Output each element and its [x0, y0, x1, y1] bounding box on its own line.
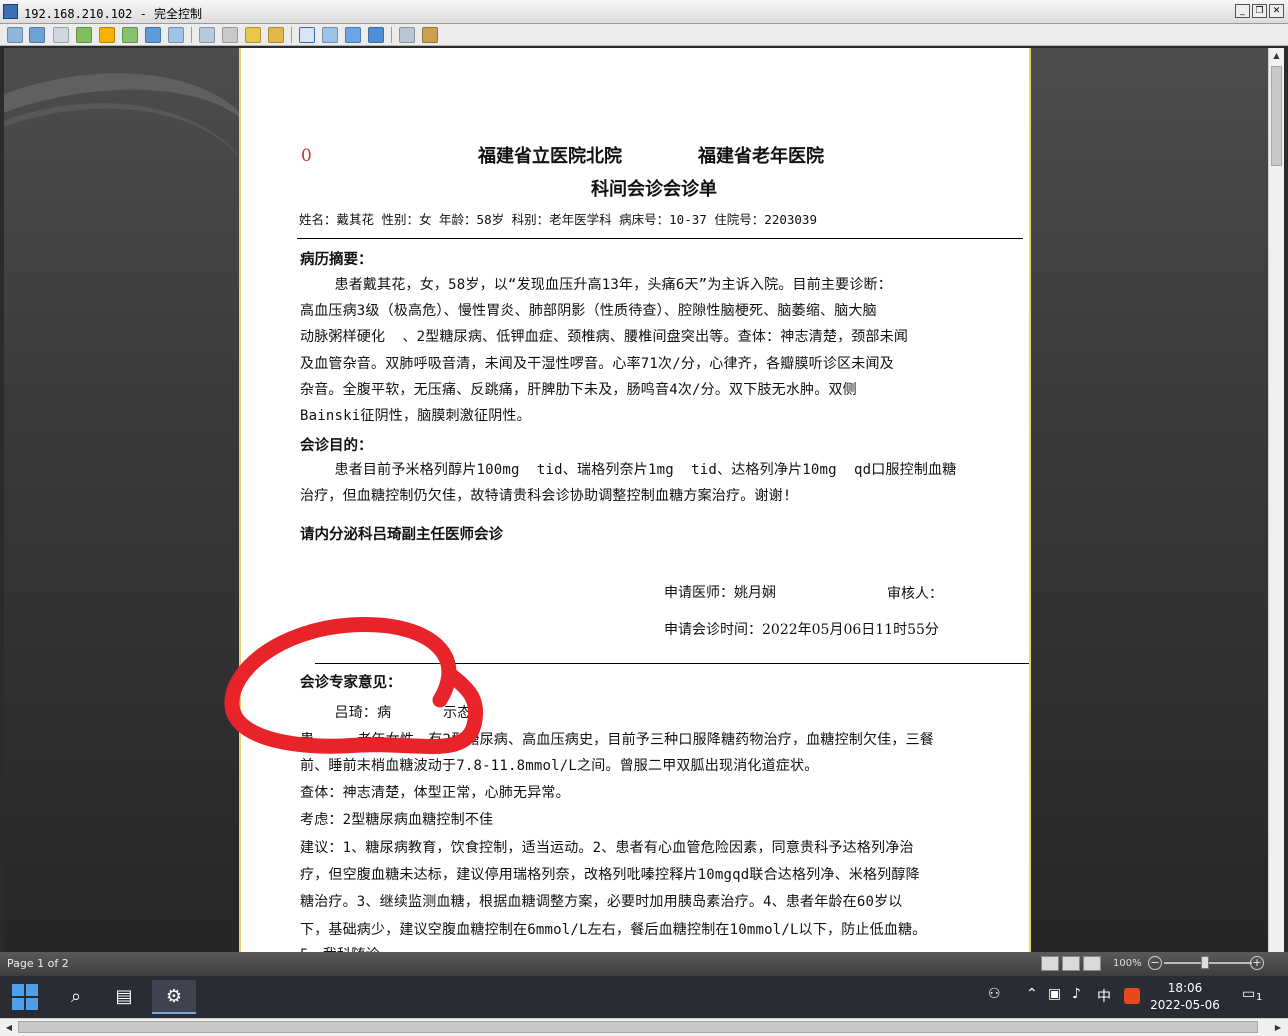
- expert-line: 疗，但空腹血糖未达标，建议停用瑞格列奈，改格列吡嗪控释片10mgqd联合达格列净…: [300, 867, 920, 883]
- expert-line: 考虑：2型糖尿病血糖控制不佳: [300, 812, 494, 828]
- scroll-thumb[interactable]: [18, 1021, 1258, 1033]
- screen-icon[interactable]: [7, 27, 23, 43]
- refresh-icon[interactable]: [122, 27, 138, 43]
- clock-date: 2022-05-06: [1150, 998, 1220, 1012]
- history-line: 高血压病3级（极高危）、慢性胃炎、肺部阴影（性质待查）、腔隙性脑梗死、脑萎缩、脑…: [300, 303, 877, 319]
- title-bar: 192.168.210.102 - 完全控制 _ ❐ ✕: [0, 0, 1288, 24]
- window-icon[interactable]: [299, 27, 315, 43]
- close-button[interactable]: ✕: [1269, 4, 1284, 18]
- purpose-heading: 会诊目的：: [300, 437, 373, 454]
- file-icon[interactable]: [245, 27, 261, 43]
- zoom-out-button[interactable]: −: [1148, 956, 1162, 970]
- scroll-right-icon[interactable]: ▶: [1270, 1020, 1286, 1035]
- history-heading: 病历摘要：: [300, 251, 373, 268]
- zoom-level: 100%: [1113, 958, 1142, 969]
- search-icon[interactable]: ⌕: [54, 980, 98, 1014]
- zoom-in-button[interactable]: +: [1250, 956, 1264, 970]
- remote-control-app-icon[interactable]: ⚙: [152, 980, 196, 1014]
- start-icon[interactable]: [12, 984, 38, 1010]
- network-icon[interactable]: ▣: [1048, 986, 1061, 1002]
- expert-line: 建议：1、糖尿病教育，饮食控制，适当运动。2、患者有心血管危险因素，同意贵科予达…: [300, 840, 914, 856]
- clock-time: 18:06: [1167, 981, 1203, 995]
- toolbar-separator: [191, 27, 192, 43]
- status-bar: Page 1 of 2 100% − +: [0, 952, 1288, 976]
- document-page: 0 福建省立医院北院 福建省老年医院 科间会诊会诊单 姓名：戴其花 性别：女 年…: [239, 48, 1031, 952]
- window-controls: _ ❐ ✕: [1235, 4, 1284, 18]
- tools-icon[interactable]: [422, 27, 438, 43]
- purpose-line: 患者目前予米格列醇片100mg tid、瑞格列奈片1mg tid、达格列净片10…: [300, 462, 957, 478]
- ime-indicator[interactable]: 中: [1097, 986, 1111, 1006]
- expert-line: 吕琦：病 示态: [300, 705, 472, 721]
- expert-line: 下，基础病少，建议空腹血糖控制在6mmol/L左右，餐后血糖控制在10mmol/…: [300, 922, 927, 938]
- upload-icon[interactable]: [199, 27, 215, 43]
- minimize-button[interactable]: _: [1235, 4, 1250, 18]
- volume-icon[interactable]: ♪: [1072, 986, 1081, 1002]
- history-line: 杂音。全腹平软，无压痛、反跳痛，肝脾肋下未及，肠鸣音4次/分。双下肢无水肿。双侧: [300, 382, 857, 398]
- page-info: Page 1 of 2: [7, 957, 69, 970]
- form-title: 科间会诊会诊单: [591, 179, 717, 200]
- divider: [297, 238, 1023, 239]
- scale-icon[interactable]: [345, 27, 361, 43]
- chat-icon[interactable]: [53, 27, 69, 43]
- applicant-doctor: 申请医师：姚月娴: [664, 585, 776, 601]
- divider: [315, 663, 1029, 664]
- restore-button[interactable]: ❐: [1252, 4, 1267, 18]
- expert-line: 前、睡前末梢血糖波动于7.8-11.8mmol/L之间。曾服二甲双胍出现消化道症…: [300, 758, 819, 774]
- message-icon[interactable]: [168, 27, 184, 43]
- history-line: 患者戴其花，女，58岁，以“发现血压升高13年，头痛6天”为主诉入院。目前主要诊…: [300, 277, 892, 293]
- expert-line: 查体：神志清楚，体型正常，心肺无异常。: [300, 785, 570, 801]
- consult-invite: 请内分泌科吕琦副主任医师会诊: [300, 526, 503, 543]
- toolbar-separator: [291, 27, 292, 43]
- taskbar: ⌕ ▤ ⚙ ⚇ ⌃ ▣ ♪ 中 18:06 2022-05-06 ▭ 1: [0, 976, 1288, 1018]
- vertical-scrollbar[interactable]: ▲: [1268, 48, 1284, 952]
- chevron-up-icon[interactable]: ⌃: [1026, 986, 1038, 1002]
- continuous-page-icon[interactable]: [1083, 956, 1101, 971]
- scroll-thumb[interactable]: [1271, 66, 1282, 166]
- notification-count: 1: [1256, 992, 1263, 1003]
- hospital-name-b: 福建省老年医院: [698, 146, 824, 167]
- history-line: Bainski征阴性，脑膜刺激征阴性。: [300, 408, 531, 424]
- single-page-icon[interactable]: [1062, 956, 1080, 971]
- app-icon: [3, 4, 18, 19]
- toolbar: [0, 24, 1288, 46]
- transfer-icon[interactable]: [76, 27, 92, 43]
- history-line: 动脉粥样硬化 、2型糖尿病、低钾血症、颈椎病、腰椎间盘突出等。查体：神志清楚，颈…: [300, 329, 909, 345]
- sogou-icon[interactable]: [1124, 988, 1140, 1004]
- expert-line: 5、我科随诊。: [300, 944, 394, 952]
- clipboard-icon[interactable]: [268, 27, 284, 43]
- fullscreen-icon[interactable]: [322, 27, 338, 43]
- capture-icon[interactable]: [399, 27, 415, 43]
- expert-heading: 会诊专家意见：: [300, 674, 402, 691]
- people-icon[interactable]: ⚇: [988, 986, 1001, 1002]
- color-icon[interactable]: [368, 27, 384, 43]
- history-line: 及血管杂音。双肺呼吸音清，未闻及干湿性啰音。心率71次/分，心律齐，各瓣膜听诊区…: [300, 356, 894, 372]
- reviewer: 审核人：: [887, 586, 943, 602]
- notification-icon[interactable]: ▭: [1242, 986, 1255, 1002]
- phone-icon[interactable]: [145, 27, 161, 43]
- clock[interactable]: 18:06 2022-05-06: [1150, 980, 1220, 1014]
- page-marker: 0: [301, 146, 312, 166]
- window-title: 192.168.210.102 - 完全控制: [24, 7, 203, 21]
- expert-line: 患 老年女性，有2型糖尿病、高血压病史，目前予三种口服降糖药物治疗，血糖控制欠佳…: [300, 732, 934, 748]
- apply-time: 申请会诊时间：2022年05月06日11时55分: [664, 622, 939, 638]
- purpose-line: 治疗，但血糖控制仍欠佳，故特请贵科会诊协助调整控制血糖方案治疗。谢谢!: [300, 488, 792, 504]
- expert-line: 糖治疗。3、继续监测血糖，根据血糖调整方案，必要时加用胰岛素治疗。4、患者年龄在…: [300, 894, 903, 910]
- view-mode-group: [1041, 956, 1101, 971]
- network-icon[interactable]: [222, 27, 238, 43]
- scroll-up-icon[interactable]: ▲: [1269, 48, 1284, 64]
- zoom-slider-thumb[interactable]: [1201, 956, 1209, 969]
- scroll-left-icon[interactable]: ◀: [1, 1020, 17, 1035]
- fit-page-icon[interactable]: [1041, 956, 1059, 971]
- toolbar-separator: [391, 27, 392, 43]
- monitor-icon[interactable]: [29, 27, 45, 43]
- patient-info: 姓名：戴其花 性别：女 年龄：58岁 科别：老年医学科 病床号：10-37 住院…: [299, 212, 817, 227]
- lock-icon[interactable]: [99, 27, 115, 43]
- hospital-name-a: 福建省立医院北院: [478, 146, 622, 167]
- task-view-icon[interactable]: ▤: [102, 980, 146, 1014]
- horizontal-scrollbar[interactable]: ◀ ▶: [0, 1018, 1288, 1036]
